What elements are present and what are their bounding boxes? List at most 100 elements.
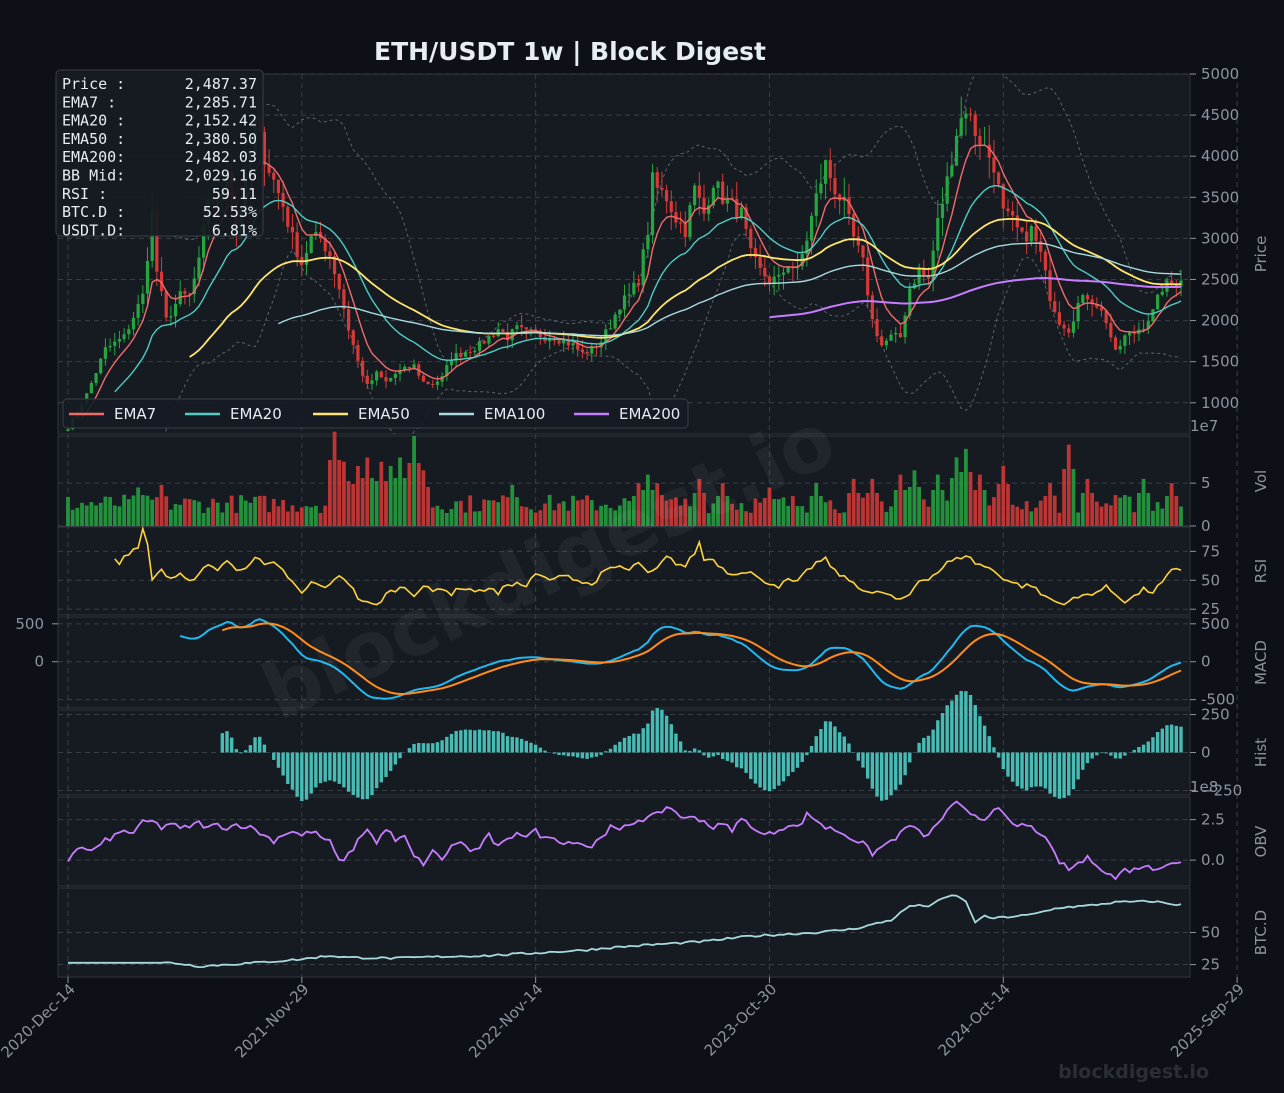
- volume-bar: [468, 495, 473, 526]
- hist-bar: [926, 735, 931, 753]
- candle-body: [702, 197, 706, 214]
- y-tick-label-vol: 0: [1201, 517, 1211, 535]
- volume-bar: [1090, 493, 1095, 526]
- volume-bar: [1071, 469, 1076, 526]
- volume-bar: [220, 512, 225, 526]
- volume-bar: [229, 495, 234, 526]
- candle-body: [571, 343, 575, 346]
- candle-body: [964, 113, 968, 119]
- candle-body: [1011, 211, 1015, 216]
- hist-bar: [973, 705, 977, 753]
- candle-body: [683, 222, 687, 238]
- hist-bar: [337, 752, 341, 784]
- volume-bar: [477, 511, 482, 526]
- volume-bar: [819, 496, 823, 526]
- hist-bar: [861, 752, 865, 768]
- volume-bar: [486, 500, 491, 526]
- volume-bar: [1034, 507, 1038, 526]
- volume-bar: [1043, 496, 1048, 526]
- hist-bar: [290, 752, 295, 790]
- hist-bar: [239, 752, 243, 754]
- hist-bar: [837, 732, 842, 753]
- volume-bar: [884, 511, 889, 526]
- y-axis-label-hist: Hist: [1252, 738, 1270, 767]
- candle-body: [585, 351, 589, 354]
- hist-bar: [809, 745, 814, 753]
- volume-bar: [150, 499, 155, 526]
- hist-bar: [767, 752, 772, 792]
- volume-bar: [907, 487, 912, 526]
- hist-bar: [692, 748, 697, 753]
- hist-bar: [706, 752, 711, 758]
- candle-body: [375, 371, 379, 381]
- info-label: EMA7 :: [62, 93, 116, 111]
- candle-body: [781, 272, 786, 275]
- hist-bar: [332, 752, 337, 782]
- candle-body: [468, 352, 472, 354]
- candle-body: [664, 190, 669, 202]
- info-label: BTC.D :: [62, 203, 125, 221]
- hist-bar: [1090, 752, 1094, 759]
- volume-bar: [407, 463, 412, 526]
- volume-bar: [1010, 504, 1015, 526]
- volume-bar: [510, 484, 515, 526]
- volume-bar: [1099, 506, 1104, 526]
- hist-bar: [982, 725, 987, 753]
- y-tick-label-hist: 250: [1201, 706, 1230, 724]
- volume-bar: [178, 504, 183, 526]
- hist-bar: [491, 731, 496, 753]
- candle-body: [1151, 309, 1155, 322]
- candle-body: [875, 319, 879, 337]
- hist-bar: [730, 752, 734, 763]
- candle-body: [618, 309, 622, 315]
- volume-bar: [122, 494, 127, 526]
- candle-body: [945, 176, 949, 204]
- volume-bar: [515, 497, 519, 526]
- volume-bar: [243, 500, 248, 526]
- hist-bar: [248, 745, 253, 753]
- candle-body: [562, 340, 566, 344]
- volume-bar: [84, 505, 89, 526]
- chart-title: ETH/USDT 1w | Block Digest: [374, 37, 766, 66]
- candle-body: [660, 187, 664, 191]
- hist-bar: [314, 752, 318, 788]
- hist-bar: [304, 752, 309, 800]
- candle-body: [164, 291, 168, 318]
- volume-bar: [211, 498, 215, 526]
- hist-bar: [1169, 724, 1174, 753]
- candle-body: [697, 185, 701, 198]
- chart-canvas: ETH/USDT 1w | Block Digest 2020-Dec-14 202…: [0, 37, 1270, 1083]
- volume-bar: [861, 497, 865, 526]
- volume-bar: [1001, 466, 1006, 526]
- hist-bar: [753, 752, 758, 784]
- candle-body: [580, 349, 585, 352]
- hist-bar: [641, 728, 645, 753]
- hist-bar: [1039, 752, 1043, 787]
- candle-body: [510, 329, 514, 341]
- hist-bar: [487, 730, 491, 753]
- hist-bar: [384, 752, 388, 778]
- candle-body: [866, 257, 870, 296]
- candle-body: [641, 249, 645, 286]
- volume-bar: [402, 478, 407, 526]
- candle-body: [131, 317, 136, 330]
- volume-bar: [285, 511, 290, 526]
- candle-body: [487, 335, 491, 344]
- hist-bar: [1155, 731, 1160, 753]
- candle-body: [286, 206, 290, 227]
- hist-bar: [445, 736, 449, 753]
- candle-body: [94, 373, 98, 384]
- hist-bar: [1010, 752, 1015, 782]
- hist-bar: [763, 752, 767, 791]
- candle-body: [421, 375, 426, 382]
- candle-body: [636, 282, 641, 286]
- hist-bar: [922, 737, 926, 753]
- hist-bar: [636, 733, 641, 753]
- candle-body: [814, 193, 818, 216]
- hist-bar: [870, 752, 875, 789]
- volume-bar: [935, 474, 940, 526]
- hist-bar: [608, 748, 613, 753]
- candle-body: [1109, 323, 1113, 338]
- y-tick-label-obv: 2.5: [1201, 811, 1225, 829]
- hist-bar: [669, 724, 673, 753]
